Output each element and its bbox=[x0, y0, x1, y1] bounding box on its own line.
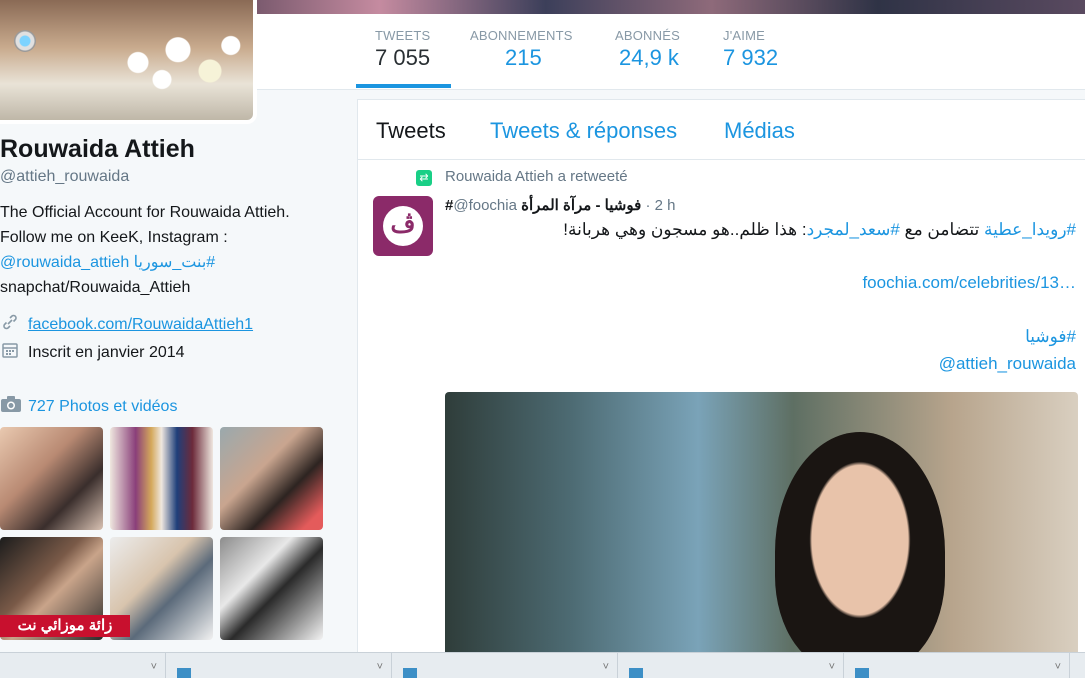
media-thumbnail[interactable] bbox=[220, 427, 323, 530]
stat-value: 7 932 bbox=[723, 45, 779, 70]
os-taskbar: ˅ ˅ ˅ ˅ ˅ bbox=[0, 652, 1085, 678]
tweet-media-image[interactable] bbox=[445, 392, 1078, 662]
tweet-hashtag-link[interactable]: #رويدا_عطية bbox=[984, 220, 1076, 239]
chevron-down-icon: ˅ bbox=[376, 661, 383, 673]
taskbar-item[interactable]: ˅ bbox=[391, 653, 618, 678]
photos-label: 727 Photos et vidéos bbox=[28, 397, 178, 415]
retweet-context[interactable]: Rouwaida Attieh a retweeté bbox=[445, 168, 628, 185]
bio-hashtag-link[interactable]: #بنت_سوريا bbox=[134, 254, 216, 271]
tweet-text: #رويدا_عطية تتضامن مع #سعد_لمجرد: هذا ظل… bbox=[563, 220, 1076, 240]
stat-label: ABONNEMENTS bbox=[470, 28, 573, 43]
stat-likes[interactable]: J'AIME 7 932 bbox=[723, 28, 778, 71]
chevron-down-icon: ˅ bbox=[828, 661, 835, 673]
stat-value: 215 bbox=[505, 45, 542, 70]
flowers-detail bbox=[90, 20, 250, 105]
taskbar-item[interactable]: ˅ bbox=[165, 653, 392, 678]
tweet-hashtag-link[interactable]: #سعد_لمجرد bbox=[807, 220, 900, 239]
media-thumbnail[interactable] bbox=[220, 537, 323, 640]
stat-tweets[interactable]: TWEETS 7 055 bbox=[375, 28, 430, 71]
taskbar-item[interactable]: ˅ bbox=[843, 653, 1070, 678]
profile-website: facebook.com/RouwaidaAttieh1 bbox=[0, 312, 253, 337]
tweet-url-link[interactable]: foochia.com/celebrities/13… bbox=[862, 273, 1076, 292]
earring-detail bbox=[14, 30, 36, 52]
tweet-author-handle[interactable]: @foochia bbox=[453, 197, 517, 214]
chevron-down-icon: ˅ bbox=[1054, 661, 1061, 673]
tab-tweets-replies[interactable]: Tweets & réponses bbox=[490, 118, 677, 144]
stat-label: J'AIME bbox=[723, 28, 765, 43]
camera-icon bbox=[0, 395, 22, 418]
tweet-link-row: foochia.com/celebrities/13… bbox=[862, 273, 1076, 293]
bio-line: snapchat/Rouwaida_Attieh bbox=[0, 279, 191, 296]
bio-line: Follow me on KeeK, Instagram : bbox=[0, 229, 228, 246]
taskbar-item[interactable]: ˅ bbox=[0, 653, 166, 678]
retweet-icon: ⇄ bbox=[416, 170, 432, 186]
portrait-detail bbox=[775, 432, 945, 662]
media-thumbnail[interactable] bbox=[0, 427, 103, 530]
chevron-down-icon: ˅ bbox=[150, 661, 157, 673]
website-link[interactable]: facebook.com/RouwaidaAttieh1 bbox=[28, 316, 253, 334]
profile-joined: Inscrit en janvier 2014 bbox=[0, 340, 185, 365]
tweet-header: #@foochia فوشيا - مرآة المرأة · 2 h bbox=[445, 196, 675, 214]
tweet-mention-row: @attieh_rouwaida bbox=[939, 354, 1076, 374]
stat-following[interactable]: ABONNEMENTS 215 bbox=[470, 28, 573, 71]
tweet-hashtag-row: #فوشيا bbox=[1025, 327, 1076, 347]
profile-bio: The Official Account for Rouwaida Attieh… bbox=[0, 200, 340, 300]
tweet-author-name[interactable]: فوشيا - مرآة المرأة bbox=[521, 197, 641, 214]
link-icon bbox=[0, 312, 20, 337]
photos-videos-link[interactable]: 727 Photos et vidéos bbox=[0, 395, 177, 418]
stat-value: 24,9 k bbox=[619, 45, 679, 70]
watermark-logo: زائة موزائي نت bbox=[0, 615, 130, 637]
tweet-mention-link[interactable]: @attieh_rouwaida bbox=[939, 354, 1076, 373]
stat-followers[interactable]: ABONNÉS 24,9 k bbox=[615, 28, 680, 71]
tweet-text-part: تتضامن مع bbox=[899, 220, 984, 239]
joined-text: Inscrit en janvier 2014 bbox=[28, 343, 185, 361]
active-stat-indicator bbox=[356, 84, 451, 88]
foochia-logo-icon: ڤ bbox=[383, 206, 423, 246]
media-thumbnail[interactable] bbox=[110, 427, 213, 530]
tab-tweets[interactable]: Tweets bbox=[376, 118, 446, 144]
profile-name[interactable]: Rouwaida Attieh bbox=[0, 135, 195, 164]
timeline-tabs: Tweets Tweets & réponses Médias bbox=[358, 100, 1085, 160]
bio-links: @rouwaida_attieh #بنت_سوريا bbox=[0, 250, 340, 275]
tweet-time[interactable]: · 2 h bbox=[645, 197, 675, 214]
calendar-icon bbox=[0, 340, 20, 365]
tab-media[interactable]: Médias bbox=[724, 118, 795, 144]
timeline-panel: Tweets Tweets & réponses Médias ⇄ Rouwai… bbox=[357, 99, 1085, 662]
profile-nav: TWEETS 7 055 ABONNEMENTS 215 ABONNÉS 24,… bbox=[255, 14, 1085, 90]
bio-line: The Official Account for Rouwaida Attieh… bbox=[0, 204, 290, 221]
stat-value: 7 055 bbox=[375, 45, 431, 70]
taskbar-item[interactable]: ˅ bbox=[617, 653, 844, 678]
stat-label: ABONNÉS bbox=[615, 28, 680, 43]
profile-banner bbox=[255, 0, 1085, 14]
bio-mention-link[interactable]: @rouwaida_attieh bbox=[0, 254, 129, 271]
tweet-text-part: : هذا ظلم..هو مسجون وهي هربانة! bbox=[563, 220, 807, 239]
tweet-author-avatar[interactable]: ڤ bbox=[373, 196, 433, 256]
profile-handle[interactable]: @attieh_rouwaida bbox=[0, 168, 129, 186]
profile-avatar[interactable] bbox=[0, 0, 257, 124]
stat-label: TWEETS bbox=[375, 28, 431, 43]
tweet-hashtag-link[interactable]: #فوشيا bbox=[1025, 327, 1076, 346]
chevron-down-icon: ˅ bbox=[602, 661, 609, 673]
